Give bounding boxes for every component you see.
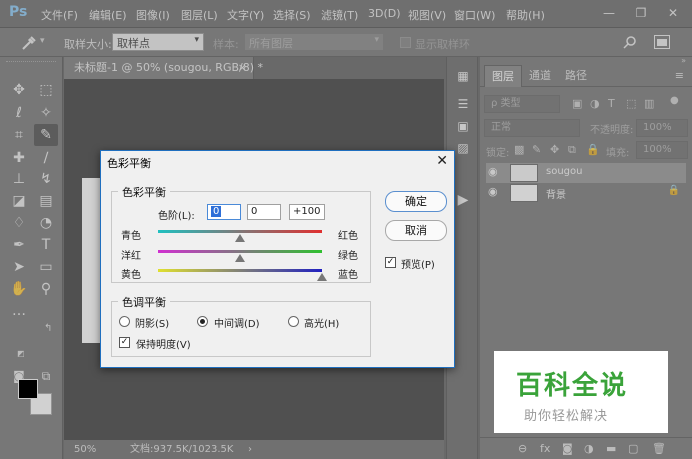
- slider-left-label: 黄色: [121, 270, 141, 281]
- cancel-button[interactable]: 取消: [385, 220, 447, 241]
- color-balance-dialog: 色彩平衡 ✕ 色彩平衡 色阶(L): 0 0 +100 青色 红色 洋红 绿色 …: [100, 150, 455, 368]
- dialog-close-icon[interactable]: ✕: [436, 153, 448, 169]
- yellow-blue-slider-thumb[interactable]: [317, 273, 327, 281]
- dialog-title: 色彩平衡: [107, 157, 151, 170]
- shadows-label[interactable]: 阴影(S): [135, 315, 169, 330]
- slider-left-label: 洋红: [121, 251, 141, 262]
- magenta-green-slider-track[interactable]: [158, 250, 322, 253]
- preview-label[interactable]: 预览(P): [401, 256, 435, 271]
- tone-balance-group-title: 色调平衡: [118, 294, 170, 310]
- level-magenta-green-value: 0: [251, 206, 258, 217]
- cyan-red-slider-thumb[interactable]: [235, 234, 245, 242]
- shadows-radio[interactable]: [119, 316, 130, 327]
- watermark-subtitle: 助你轻松解决: [524, 409, 609, 424]
- slider-left-label: 青色: [121, 231, 141, 242]
- color-balance-group-title: 色彩平衡: [118, 184, 170, 200]
- level-yellow-blue-input[interactable]: +100: [289, 204, 325, 220]
- preserve-luminosity-label[interactable]: 保持明度(V): [136, 336, 191, 351]
- foreground-color-swatch[interactable]: [18, 379, 38, 399]
- slider-right-label: 红色: [338, 231, 358, 242]
- preview-checkbox[interactable]: ✓: [385, 257, 396, 268]
- highlights-label[interactable]: 高光(H): [304, 315, 339, 330]
- highlights-radio[interactable]: [288, 316, 299, 327]
- watermark-title: 百科全说: [516, 371, 629, 401]
- preserve-luminosity-checkbox[interactable]: ✓: [119, 337, 130, 348]
- yellow-blue-slider-track[interactable]: [158, 269, 322, 272]
- slider-right-label: 绿色: [338, 251, 358, 262]
- cyan-red-slider-track[interactable]: [158, 230, 322, 233]
- magenta-green-slider-thumb[interactable]: [235, 254, 245, 262]
- level-yellow-blue-value: +100: [293, 206, 321, 217]
- level-cyan-red-input[interactable]: 0: [207, 204, 241, 220]
- levels-label: 色阶(L):: [158, 211, 195, 222]
- midtones-label[interactable]: 中间调(D): [214, 315, 260, 330]
- level-cyan-red-value: 0: [211, 206, 222, 217]
- slider-right-label: 蓝色: [338, 270, 358, 281]
- watermark: 百科全说 助你轻松解决: [494, 351, 668, 433]
- ok-button[interactable]: 确定: [385, 191, 447, 212]
- level-magenta-green-input[interactable]: 0: [247, 204, 281, 220]
- midtones-radio[interactable]: [197, 316, 208, 327]
